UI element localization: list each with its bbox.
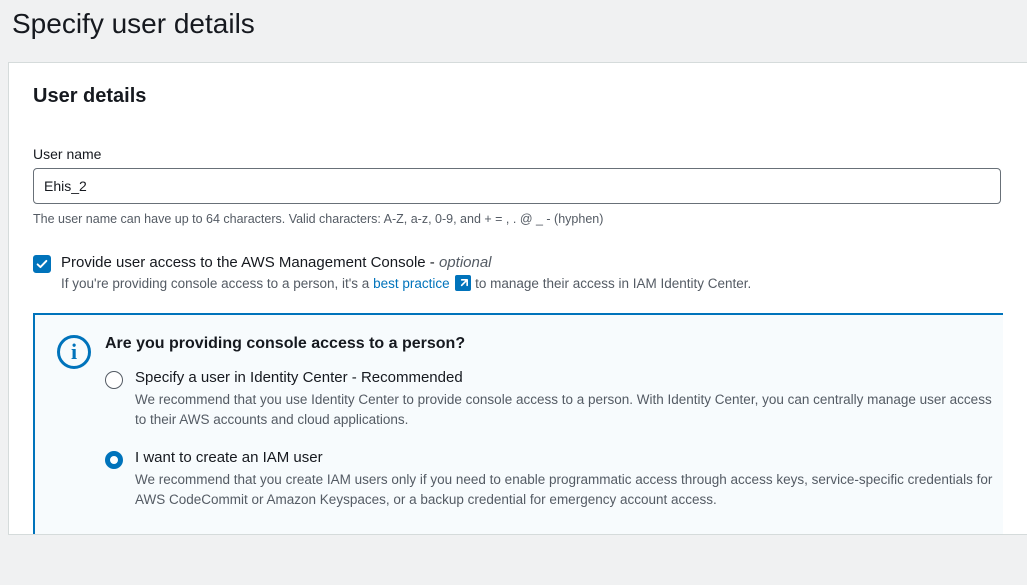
radio-iam-user[interactable] xyxy=(105,451,123,469)
console-access-label-text: Provide user access to the AWS Managemen… xyxy=(61,254,439,271)
best-practice-link[interactable]: best practice xyxy=(373,276,450,291)
info-icon: i xyxy=(57,335,91,369)
radio-identity-center-label: Specify a user in Identity Center - Reco… xyxy=(135,369,1001,386)
user-details-panel: User details User name The user name can… xyxy=(8,62,1027,535)
radio-iam-user-texts: I want to create an IAM user We recommen… xyxy=(135,449,1003,511)
console-access-info-box: i Are you providing console access to a … xyxy=(33,313,1003,534)
user-name-hint: The user name can have up to 64 characte… xyxy=(33,212,1003,226)
console-access-description: If you're providing console access to a … xyxy=(61,275,1003,291)
radio-iam-user-label: I want to create an IAM user xyxy=(135,449,1001,466)
console-access-option: Provide user access to the AWS Managemen… xyxy=(33,254,1003,291)
console-access-checkbox[interactable] xyxy=(33,255,51,273)
console-access-optional: optional xyxy=(439,254,492,271)
user-name-label: User name xyxy=(33,146,1003,162)
checkmark-icon xyxy=(35,257,49,271)
panel-title: User details xyxy=(33,85,1003,108)
user-name-input[interactable] xyxy=(33,168,1001,204)
radio-identity-center-desc: We recommend that you use Identity Cente… xyxy=(135,390,1001,431)
console-access-desc-suffix: to manage their access in IAM Identity C… xyxy=(471,276,751,291)
radio-identity-center[interactable] xyxy=(105,371,123,389)
radio-option-iam-user: I want to create an IAM user We recommen… xyxy=(105,449,1003,511)
radio-identity-center-texts: Specify a user in Identity Center - Reco… xyxy=(135,369,1003,431)
external-link-icon[interactable] xyxy=(455,275,471,291)
info-box-title: Are you providing console access to a pe… xyxy=(105,335,1003,353)
radio-option-identity-center: Specify a user in Identity Center - Reco… xyxy=(105,369,1003,431)
console-access-desc-prefix: If you're providing console access to a … xyxy=(61,276,373,291)
console-access-texts: Provide user access to the AWS Managemen… xyxy=(61,254,1003,291)
info-body: Are you providing console access to a pe… xyxy=(105,335,1003,510)
radio-iam-user-desc: We recommend that you create IAM users o… xyxy=(135,470,1001,511)
page-title: Specify user details xyxy=(12,8,1015,40)
page-header: Specify user details xyxy=(0,0,1027,62)
console-access-label: Provide user access to the AWS Managemen… xyxy=(61,254,1003,271)
